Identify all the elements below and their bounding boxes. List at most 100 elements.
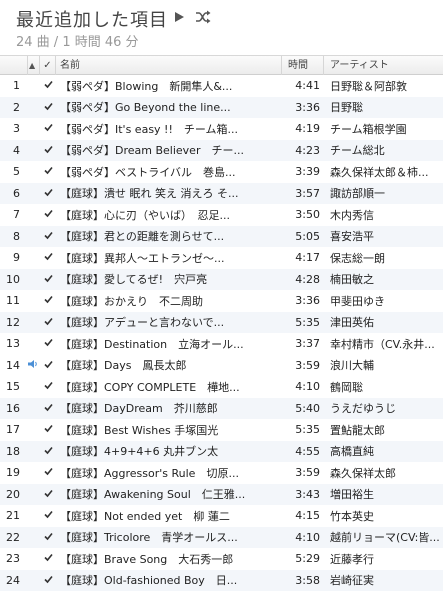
table-row[interactable]: 17 【庭球】Best Wishes 手塚国光 5:35 置鮎龍太郎 xyxy=(0,419,443,441)
checkbox[interactable] xyxy=(40,402,56,415)
table-row[interactable]: 9 【庭球】異邦人～エトランゼ～... 4:17 保志総一朗 xyxy=(0,247,443,269)
table-row[interactable]: 16 【庭球】DayDream 芥川慈郎 5:40 うえだゆうじ xyxy=(0,397,443,419)
table-row[interactable]: 24 【庭球】Old-fashioned Boy 日... 3:58 岩崎征実 xyxy=(0,569,443,591)
table-row[interactable]: 22 【庭球】Tricolore 青学オールス... 4:10 越前リョーマ(CV:皆… xyxy=(0,526,443,548)
track-number: 6 xyxy=(13,186,20,200)
track-number: 10 xyxy=(6,272,20,286)
table-row[interactable]: 23 【庭球】Brave Song 大石秀一郎 5:29 近藤孝行 xyxy=(0,548,443,570)
track-artist: 日野聡＆阿部敦 xyxy=(330,79,407,93)
track-name: 【庭球】潰せ 眠れ 笑え 消えろ そ... xyxy=(60,187,239,201)
track-name: 【弱ペダ】It's easy !! チーム箱... xyxy=(60,122,239,136)
track-artist: 近藤孝行 xyxy=(330,552,374,566)
now-playing-cell xyxy=(28,359,40,372)
table-row[interactable]: 10 【庭球】愛してるぜ! 宍戸亮 4:28 楠田敏之 xyxy=(0,268,443,290)
checkbox[interactable] xyxy=(40,208,56,221)
table-row[interactable]: 11 【庭球】おかえり 不二周助 3:36 甲斐田ゆき xyxy=(0,290,443,312)
checkbox[interactable] xyxy=(40,337,56,350)
track-name: 【庭球】異邦人～エトランゼ～... xyxy=(60,251,225,265)
track-time: 5:35 xyxy=(295,423,320,437)
checkbox[interactable] xyxy=(40,144,56,157)
track-number: 1 xyxy=(13,79,20,93)
track-artist: 木内秀信 xyxy=(330,208,374,222)
table-row[interactable]: 21 【庭球】Not ended yet 柳 蓮二 4:15 竹本英史 xyxy=(0,505,443,527)
checkmark-icon xyxy=(43,102,53,110)
table-row[interactable]: 7 【庭球】心に刃（やいば） 忍足... 3:50 木内秀信 xyxy=(0,204,443,226)
track-artist: 喜安浩平 xyxy=(330,230,374,244)
checkmark-icon xyxy=(43,446,53,454)
checkbox[interactable] xyxy=(40,273,56,286)
playlist-controls xyxy=(170,8,212,26)
track-name: 【庭球】Old-fashioned Boy 日... xyxy=(60,574,238,588)
track-artist: 置鮎龍太郎 xyxy=(330,423,385,437)
playlist-summary: 24 曲 / 1 時間 46 分 xyxy=(16,35,139,50)
track-name: 【弱ペダ】ベストライバル 巻島... xyxy=(60,165,236,179)
column-header-number[interactable] xyxy=(0,56,28,75)
track-artist: 高橋直純 xyxy=(330,445,374,459)
table-row[interactable]: 19 【庭球】Aggressor's Rule 切原... 3:59 森久保祥太郎 xyxy=(0,462,443,484)
checkmark-icon xyxy=(43,511,53,519)
column-header-time[interactable]: 時間 xyxy=(282,56,324,75)
checkmark-icon xyxy=(43,575,53,583)
checkmark-icon xyxy=(43,489,53,497)
table-row[interactable]: 2 【弱ペダ】Go Beyond the line... 3:36 日野聡 xyxy=(0,96,443,118)
speaker-icon xyxy=(28,359,37,368)
play-icon[interactable] xyxy=(170,8,188,26)
sort-ascending-icon[interactable]: ▲ xyxy=(28,56,40,75)
table-row[interactable]: 15 【庭球】COPY COMPLETE 樺地... 4:10 鶴岡聡 xyxy=(0,376,443,398)
checkbox[interactable] xyxy=(40,552,56,565)
track-artist: 鶴岡聡 xyxy=(330,380,363,394)
table-row[interactable]: 8 【庭球】君との距離を測らせて... 5:05 喜安浩平 xyxy=(0,225,443,247)
track-time: 4:17 xyxy=(295,251,320,265)
shuffle-icon[interactable] xyxy=(194,8,212,26)
checkbox[interactable] xyxy=(40,165,56,178)
track-name: 【庭球】4+9+4+6 丸井ブン太 xyxy=(60,445,219,459)
track-number: 12 xyxy=(6,315,20,329)
column-header-artist[interactable]: アーティスト xyxy=(324,56,443,75)
checkbox[interactable] xyxy=(40,251,56,264)
checkbox[interactable] xyxy=(40,230,56,243)
track-number: 3 xyxy=(13,122,20,136)
track-time: 4:41 xyxy=(295,79,320,93)
track-artist: 保志総一朗 xyxy=(330,251,385,265)
table-row[interactable]: 3 【弱ペダ】It's easy !! チーム箱... 4:19 チーム箱根学園 xyxy=(0,118,443,140)
track-name: 【庭球】Best Wishes 手塚国光 xyxy=(60,423,219,437)
checkmark-icon xyxy=(43,317,53,325)
table-row[interactable]: 5 【弱ペダ】ベストライバル 巻島... 3:39 森久保祥太郎＆柿... xyxy=(0,161,443,183)
table-row[interactable]: 13 【庭球】Destination 立海オール... 3:37 幸村精市（CV.永井… xyxy=(0,333,443,355)
track-artist: 日野聡 xyxy=(330,101,363,115)
table-row[interactable]: 20 【庭球】Awakening Soul 仁王雅... 3:43 増田裕生 xyxy=(0,483,443,505)
track-time: 4:15 xyxy=(295,509,320,523)
checkbox[interactable] xyxy=(40,101,56,114)
checkbox[interactable] xyxy=(40,187,56,200)
checkbox[interactable] xyxy=(40,488,56,501)
table-row[interactable]: 1 【弱ペダ】Blowing 新開隼人&... 4:41 日野聡＆阿部敦 xyxy=(0,75,443,97)
track-number: 16 xyxy=(6,401,20,415)
checkbox[interactable] xyxy=(40,79,56,92)
table-row[interactable]: 4 【弱ペダ】Dream Believer チー... 4:23 チーム総北 xyxy=(0,139,443,161)
checkbox[interactable] xyxy=(40,423,56,436)
table-row[interactable]: 6 【庭球】潰せ 眠れ 笑え 消えろ そ... 3:57 諏訪部順一 xyxy=(0,182,443,204)
track-artist: 森久保祥太郎＆柿... xyxy=(330,165,429,179)
checkbox[interactable] xyxy=(40,445,56,458)
table-row[interactable]: 12 【庭球】アデューと言わないで... 5:35 津田英佑 xyxy=(0,311,443,333)
checkbox[interactable] xyxy=(40,294,56,307)
column-header-check[interactable]: ✓ xyxy=(40,56,56,75)
checkbox[interactable] xyxy=(40,574,56,587)
checkbox[interactable] xyxy=(40,531,56,544)
track-name: 【庭球】アデューと言わないで... xyxy=(60,316,225,330)
checkbox[interactable] xyxy=(40,359,56,372)
checkmark-icon xyxy=(43,81,53,89)
table-row[interactable]: 18 【庭球】4+9+4+6 丸井ブン太 4:55 高橋直純 xyxy=(0,440,443,462)
track-time: 5:05 xyxy=(295,229,320,243)
checkbox[interactable] xyxy=(40,122,56,135)
track-name: 【庭球】Tricolore 青学オールス... xyxy=(60,531,238,545)
track-time: 4:10 xyxy=(295,530,320,544)
checkbox[interactable] xyxy=(40,316,56,329)
track-name: 【弱ペダ】Blowing 新開隼人&... xyxy=(60,79,233,93)
checkbox[interactable] xyxy=(40,509,56,522)
table-row[interactable]: 14 【庭球】Days 鳳長太郎 3:59 浪川大輔 xyxy=(0,354,443,376)
track-number: 9 xyxy=(13,251,20,265)
checkbox[interactable] xyxy=(40,466,56,479)
checkbox[interactable] xyxy=(40,380,56,393)
column-header-name[interactable]: 名前 xyxy=(56,56,282,75)
